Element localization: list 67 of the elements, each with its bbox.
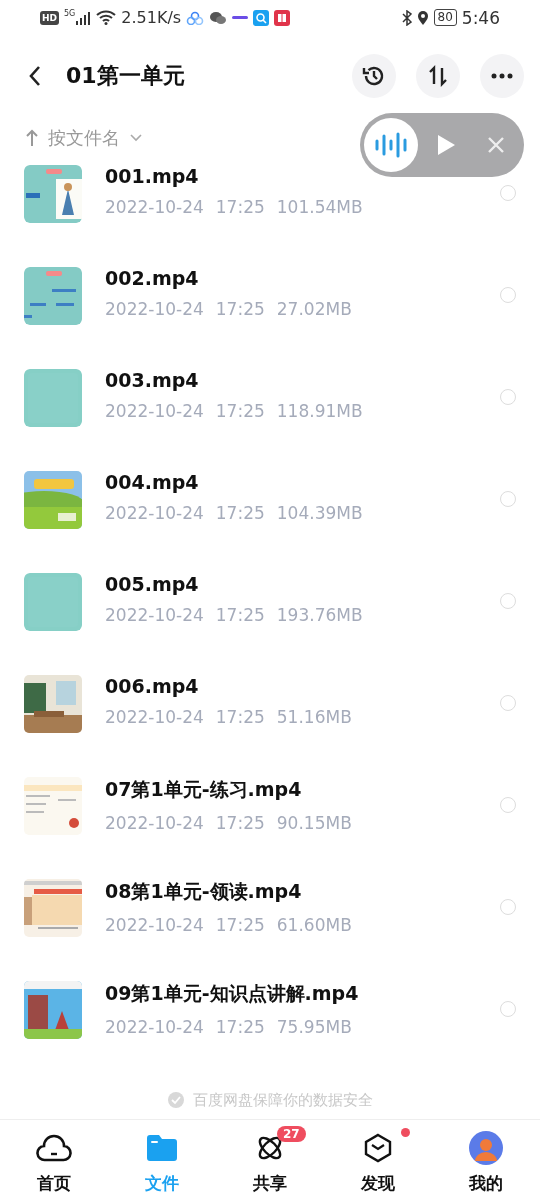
file-name[interactable]: 001.mp4 [105, 165, 199, 188]
file-size: 51.16MB [276, 707, 352, 728]
wifi-icon [96, 10, 117, 26]
play-icon [436, 134, 456, 156]
file-size: 104.39MB [276, 503, 363, 524]
signal-icon [75, 10, 92, 25]
chat-app-icon [209, 10, 228, 25]
location-icon [416, 9, 429, 26]
file-time: 17:25 [215, 707, 265, 728]
file-name[interactable]: 003.mp4 [105, 369, 199, 392]
file-time: 17:25 [215, 197, 265, 218]
cloud-icon [36, 1133, 72, 1164]
file-name[interactable]: 005.mp4 [105, 573, 199, 596]
file-date: 2022-10-24 [105, 299, 204, 320]
file-size: 193.76MB [276, 605, 363, 626]
file-size: 90.15MB [276, 813, 352, 834]
file-date: 2022-10-24 [105, 197, 204, 218]
folder-title: 01第一单元 [66, 61, 185, 90]
nav-tab[interactable]: 发现 [324, 1120, 432, 1200]
nav-tab[interactable]: 我的 [432, 1120, 540, 1200]
bluetooth-icon [401, 9, 412, 26]
history-button[interactable] [352, 53, 396, 98]
cloud-app-icon [186, 10, 205, 25]
file-name[interactable]: 002.mp4 [105, 267, 199, 290]
file-size: 61.60MB [276, 915, 352, 936]
file-time: 17:25 [215, 813, 265, 834]
hd-icon: HD [40, 10, 59, 25]
file-time: 17:25 [215, 605, 265, 626]
file-time: 17:25 [215, 1017, 265, 1038]
chevron-down-icon [130, 133, 142, 142]
nav-tab[interactable]: 首页 [0, 1120, 108, 1200]
file-size: 27.02MB [276, 299, 352, 320]
shield-icon [167, 1091, 185, 1110]
folder-icon [146, 1134, 178, 1163]
file-size: 118.91MB [276, 401, 363, 422]
network-speed: 2.51K/s [121, 8, 182, 28]
file-name[interactable]: 004.mp4 [105, 471, 199, 494]
file-size: 101.54MB [276, 197, 363, 218]
file-date: 2022-10-24 [105, 707, 204, 728]
file-name[interactable]: 006.mp4 [105, 675, 199, 698]
close-icon [487, 136, 505, 154]
clock: 5:46 [461, 7, 500, 28]
audio-wave-icon [364, 118, 418, 172]
file-time: 17:25 [215, 299, 265, 320]
file-name[interactable]: 08第1单元-领读.mp4 [105, 879, 302, 906]
file-time: 17:25 [215, 401, 265, 422]
search-app-icon [253, 9, 270, 26]
network-type: 5G [64, 9, 76, 18]
more-icon [490, 72, 514, 79]
file-name[interactable]: 09第1单元-知识点讲解.mp4 [105, 981, 359, 1008]
file-size: 75.95MB [276, 1017, 352, 1038]
file-date: 2022-10-24 [105, 503, 204, 524]
file-date: 2022-10-24 [105, 1017, 204, 1038]
count-badge: 27 [277, 1126, 306, 1143]
file-date: 2022-10-24 [105, 605, 204, 626]
file-date: 2022-10-24 [105, 401, 204, 422]
battery-level: 80 [433, 9, 457, 27]
avatar-icon [469, 1131, 503, 1166]
up-arrow-icon [26, 128, 38, 147]
file-time: 17:25 [215, 915, 265, 936]
file-name[interactable]: 07第1单元-练习.mp4 [105, 777, 302, 804]
sort-order-button[interactable] [416, 53, 460, 98]
file-date: 2022-10-24 [105, 915, 204, 936]
file-date: 2022-10-24 [105, 813, 204, 834]
more-button[interactable] [480, 53, 524, 98]
nav-tab[interactable]: 27 共享 [216, 1120, 324, 1200]
file-time: 17:25 [215, 503, 265, 524]
